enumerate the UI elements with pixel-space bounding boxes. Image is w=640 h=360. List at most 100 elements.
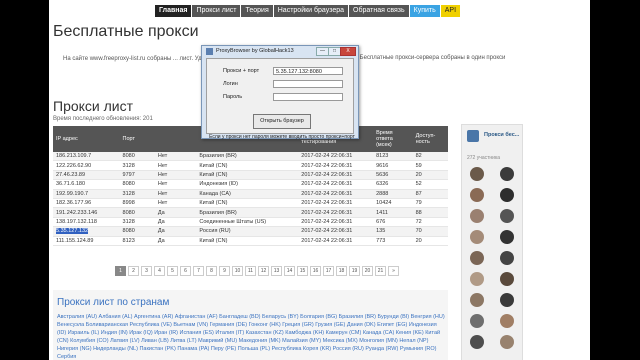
pagination: 1 2 3 4 5 6 7 8 9 10 11 12 13 14 15 16 17 18 19 20 21» bbox=[115, 266, 399, 276]
cell-country: Соединенные Штаты (US) bbox=[196, 217, 299, 228]
cell-country: Китай (CN) bbox=[196, 198, 299, 209]
page-link[interactable]: » bbox=[388, 266, 399, 276]
col-response-time[interactable]: Время ответа (мсек) bbox=[373, 126, 413, 152]
cell-response-text: 6326 bbox=[376, 181, 389, 188]
member-avatar[interactable] bbox=[500, 335, 514, 349]
cell-country: Китай (CN) bbox=[196, 236, 299, 246]
page-link[interactable]: 6 bbox=[180, 266, 191, 276]
cell-port: 8123 bbox=[119, 236, 155, 246]
cell-availability-text: 82 bbox=[415, 153, 422, 160]
page-link[interactable]: 19 bbox=[349, 266, 360, 276]
col-https[interactable] bbox=[175, 126, 197, 152]
countries-title: Прокси лист по странам bbox=[57, 297, 170, 308]
member-avatar[interactable] bbox=[500, 209, 514, 223]
member-avatar[interactable] bbox=[500, 167, 514, 181]
cell-tested-text: 2017-02-24 22:06:31 bbox=[301, 153, 353, 160]
login-input[interactable] bbox=[273, 80, 343, 88]
member-avatar[interactable] bbox=[470, 167, 484, 181]
cell-response: 10424 bbox=[373, 198, 413, 209]
close-button[interactable]: X bbox=[340, 47, 356, 56]
member-avatar[interactable] bbox=[470, 314, 484, 328]
cell-ip-text: 111.155.124.89 bbox=[56, 237, 94, 244]
member-count: 272 участника bbox=[467, 155, 501, 161]
page-link[interactable]: 18 bbox=[336, 266, 347, 276]
cell-anon-text: Да bbox=[157, 218, 165, 225]
col-port[interactable]: Порт bbox=[119, 126, 155, 152]
col-availability[interactable]: Доступ-ность bbox=[412, 126, 448, 152]
page-link[interactable]: 20 bbox=[362, 266, 373, 276]
cell-country: Китай (CN) bbox=[196, 160, 299, 171]
table-row: 122.226.62.90 3128 Нет Китай (CN) 2017-02-24… bbox=[53, 160, 448, 171]
cell-anon-text: Да bbox=[157, 228, 165, 235]
member-avatar[interactable] bbox=[470, 272, 484, 286]
cell-port-text: 8080 bbox=[122, 228, 135, 235]
table-row: 5.35.127.132 8080 Да Россия (RU) 2017-02-24 … bbox=[53, 226, 448, 237]
page-link[interactable]: 7 bbox=[193, 266, 204, 276]
cell-https bbox=[175, 217, 197, 228]
member-avatar[interactable] bbox=[500, 188, 514, 202]
member-avatar[interactable] bbox=[470, 293, 484, 307]
member-avatar[interactable] bbox=[470, 251, 484, 265]
member-avatar[interactable] bbox=[470, 209, 484, 223]
cell-availability: 52 bbox=[412, 179, 448, 190]
page-link[interactable]: 17 bbox=[323, 266, 334, 276]
widget-title[interactable]: Прокси бес... bbox=[484, 132, 519, 138]
page-link[interactable]: 11 bbox=[245, 266, 256, 276]
page-link[interactable]: 8 bbox=[206, 266, 217, 276]
countries-list[interactable]: Австралия (AU) Албания (AL) Аргентина (A… bbox=[57, 313, 445, 360]
nav-browser-settings[interactable]: Настройки браузера bbox=[273, 5, 349, 17]
cell-response: 676 bbox=[373, 217, 413, 228]
nav-home[interactable]: Главная bbox=[155, 5, 192, 17]
nav-feedback[interactable]: Обратная связь bbox=[349, 5, 409, 17]
cell-https bbox=[175, 170, 197, 181]
member-avatar[interactable] bbox=[470, 188, 484, 202]
nav-theory[interactable]: Теория bbox=[241, 5, 273, 17]
member-avatar[interactable] bbox=[500, 272, 514, 286]
cell-ip-text: 36.71.6.180 bbox=[56, 181, 86, 188]
cell-response: 135 bbox=[373, 226, 413, 237]
cell-availability-text: 59 bbox=[415, 162, 422, 169]
cell-ip: 192.99.190.7 bbox=[53, 189, 120, 199]
col-ip[interactable]: IP адрес bbox=[53, 126, 120, 152]
page-link[interactable]: 16 bbox=[310, 266, 321, 276]
page-link[interactable]: 5 bbox=[167, 266, 178, 276]
open-browser-button[interactable]: Открыть браузер bbox=[253, 114, 311, 129]
member-avatar[interactable] bbox=[500, 251, 514, 265]
page-link[interactable]: 10 bbox=[232, 266, 243, 276]
page-link[interactable]: 3 bbox=[141, 266, 152, 276]
page-link[interactable]: 15 bbox=[297, 266, 308, 276]
nav-proxy-list[interactable]: Прокси лист bbox=[192, 5, 241, 17]
page-link[interactable]: 1 bbox=[115, 266, 126, 276]
proxy-input[interactable]: 5.35.127.132:8080 bbox=[273, 67, 343, 75]
member-avatar[interactable] bbox=[470, 230, 484, 244]
window-titlebar[interactable]: ProxyBrowser by GlobalHack13 — □ X bbox=[202, 46, 358, 57]
page-link[interactable]: 14 bbox=[284, 266, 295, 276]
cell-https bbox=[175, 226, 197, 237]
table-row: 192.99.190.7 3128 Нет Канада (CA) 2017-02-24… bbox=[53, 189, 448, 199]
member-avatar[interactable] bbox=[500, 230, 514, 244]
cell-ip-text: 5.35.127.132 bbox=[56, 228, 89, 235]
page-link[interactable]: 2 bbox=[128, 266, 139, 276]
cell-anon: Нет bbox=[154, 170, 176, 181]
member-avatar[interactable] bbox=[500, 293, 514, 307]
page-link[interactable]: 12 bbox=[258, 266, 269, 276]
dialog-hint: Если у прокси нет пароля можете вводить … bbox=[209, 134, 355, 140]
cell-anon: Нет bbox=[154, 179, 176, 190]
nav-buy[interactable]: Купить bbox=[409, 5, 440, 17]
member-avatar[interactable] bbox=[500, 314, 514, 328]
page-link[interactable]: 13 bbox=[271, 266, 282, 276]
cell-availability: 59 bbox=[412, 160, 448, 171]
cell-country: Бразилия (BR) bbox=[196, 207, 299, 218]
nav-api[interactable]: API bbox=[440, 5, 461, 17]
cell-port: 3128 bbox=[119, 189, 155, 199]
member-avatar[interactable] bbox=[470, 335, 484, 349]
cell-country: Канада (CA) bbox=[196, 189, 299, 199]
password-input[interactable] bbox=[273, 93, 343, 101]
cell-tested-text: 2017-02-24 22:06:31 bbox=[301, 200, 353, 207]
page-link[interactable]: 21 bbox=[375, 266, 386, 276]
cell-tested-text: 2017-02-24 22:06:31 bbox=[301, 209, 353, 216]
cell-response: 9616 bbox=[373, 160, 413, 171]
page-link[interactable]: 9 bbox=[219, 266, 230, 276]
page-link[interactable]: 4 bbox=[154, 266, 165, 276]
col-anon[interactable] bbox=[154, 126, 176, 152]
